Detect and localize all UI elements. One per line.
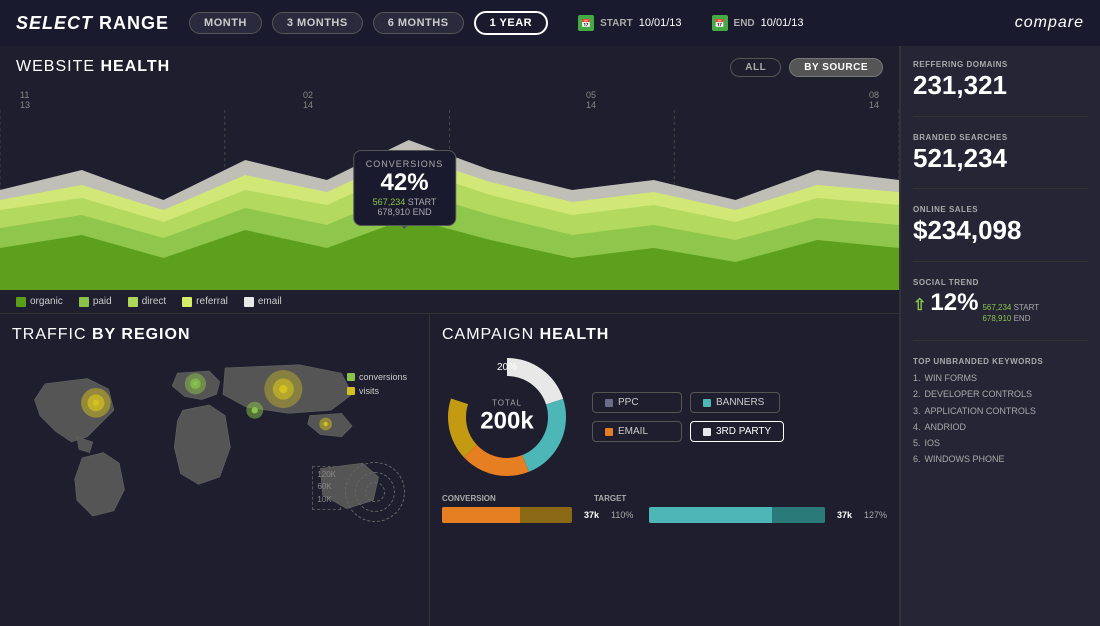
bar-headers: CONVERSION TARGET [442, 494, 887, 503]
6months-button[interactable]: 6 MONTHS [373, 12, 464, 34]
divider-1 [913, 116, 1088, 117]
legend-paid: paid [79, 296, 112, 307]
keyword-1: 1.WIN FORMS [913, 370, 1088, 386]
compare-button[interactable]: compare [1015, 14, 1084, 32]
map-legend: conversions visits [347, 372, 407, 400]
1year-button[interactable]: 1 YEAR [474, 11, 549, 35]
date-start-section: 📅 START 10/01/13 [578, 15, 681, 31]
map-scale-values: 120K 60K 10K [312, 466, 341, 510]
branded-searches-metric: BRANDED SEARCHES 521,234 [913, 133, 1088, 173]
donut-area: TOTAL 200k 20% PPC [442, 352, 887, 482]
tooltip-pct: 42% [366, 169, 444, 197]
map-scale [345, 462, 405, 522]
main-layout: WEBSITE HEALTH ALL BY SOURCE 1113 0214 0… [0, 46, 1100, 626]
top-nav: SELECT RANGE MONTH 3 MONTHS 6 MONTHS 1 Y… [0, 0, 1100, 46]
social-trend-metric: SOCIAL TREND ⇧ 12% 567,234 START 678,910… [913, 278, 1088, 324]
email-dot [605, 428, 613, 436]
filter-buttons: ALL BY SOURCE [730, 58, 883, 77]
ppc-dot [605, 399, 613, 407]
conversion-val: 37k [584, 510, 599, 520]
by-source-filter-button[interactable]: BY SOURCE [789, 58, 883, 77]
chart-legend: organic paid direct referral email [0, 290, 899, 313]
visits-legend-dot [347, 387, 355, 395]
email-button[interactable]: EMAIL [592, 421, 682, 442]
conversion-fill-main [442, 507, 520, 523]
banners-button[interactable]: BANNERS [690, 392, 780, 413]
3rdparty-dot [703, 428, 711, 436]
website-health-chart: 1113 0214 0514 0814 [0, 90, 899, 290]
online-sales-metric: ONLINE SALES $234,098 [913, 205, 1088, 245]
tooltip-label: CONVERSIONS [366, 159, 444, 169]
left-panel: WEBSITE HEALTH ALL BY SOURCE 1113 0214 0… [0, 46, 900, 626]
campaign-health-section: CAMPAIGN HEALTH [430, 313, 899, 626]
calendar-end-icon: 📅 [712, 15, 728, 31]
target-pct: 127% [864, 510, 887, 520]
chart-tooltip: CONVERSIONS 42% 567,234 START 678,910 EN… [353, 150, 457, 226]
keyword-5: 5.IOS [913, 435, 1088, 451]
conversion-bar [442, 507, 572, 523]
legend-organic: organic [16, 296, 63, 307]
conversion-bar-row: 37k 110% 37k 127% [442, 507, 887, 523]
conversions-legend-dot [347, 373, 355, 381]
paid-dot [79, 297, 89, 307]
ppc-button[interactable]: PPC [592, 392, 682, 413]
date-end-section: 📅 END 10/01/13 [712, 15, 804, 31]
month-button[interactable]: MONTH [189, 12, 262, 34]
tooltip-vals: 567,234 START 678,910 END [366, 197, 444, 217]
calendar-start-icon: 📅 [578, 15, 594, 31]
legend-direct: direct [128, 296, 166, 307]
legend-referral: referral [182, 296, 228, 307]
organic-dot [16, 297, 26, 307]
legend-email: email [244, 296, 282, 307]
keyword-4: 4.ANDRIOD [913, 419, 1088, 435]
email-dot [244, 297, 254, 307]
campaign-buttons: PPC BANNERS EMAIL [592, 392, 784, 442]
app-title: SELECT RANGE [16, 13, 169, 34]
keyword-2: 2.DEVELOPER CONTROLS [913, 386, 1088, 402]
traffic-region-section: TRAFFIC BY REGION [0, 313, 430, 626]
donut-chart: TOTAL 200k 20% [442, 352, 572, 482]
referring-domains-metric: REFFERING DOMAINS 231,321 [913, 60, 1088, 100]
campaign-title: CAMPAIGN HEALTH [442, 326, 887, 344]
3months-button[interactable]: 3 MONTHS [272, 12, 363, 34]
right-panel: REFFERING DOMAINS 231,321 BRANDED SEARCH… [900, 46, 1100, 626]
conversion-fill-secondary [520, 507, 572, 523]
donut-pct: 20% [497, 362, 517, 373]
all-filter-button[interactable]: ALL [730, 58, 781, 77]
referral-dot [182, 297, 192, 307]
world-map: 120K 60K 10K conversions visits [12, 352, 417, 532]
3rd-party-button[interactable]: 3RD PARTY [690, 421, 784, 442]
target-bar [649, 507, 825, 523]
campaign-row-2: EMAIL 3RD PARTY [592, 421, 784, 442]
chart-date-labels: 1113 0214 0514 0814 [0, 90, 899, 110]
keywords-section: TOP UNBRANDED KEYWORDS 1.WIN FORMS 2.DEV… [913, 357, 1088, 467]
keyword-6: 6.WINDOWS PHONE [913, 451, 1088, 467]
banners-dot [703, 399, 711, 407]
target-fill-secondary [772, 507, 825, 523]
keyword-list: 1.WIN FORMS 2.DEVELOPER CONTROLS 3.APPLI… [913, 370, 1088, 467]
traffic-title: TRAFFIC BY REGION [12, 326, 417, 344]
website-health-section: WEBSITE HEALTH ALL BY SOURCE [0, 46, 899, 90]
trend-up-icon: ⇧ [913, 295, 926, 315]
divider-4 [913, 340, 1088, 341]
bottom-row: TRAFFIC BY REGION [0, 313, 899, 626]
bar-section: CONVERSION TARGET 37k 110% [442, 494, 887, 523]
keyword-3: 3.APPLICATION CONTROLS [913, 403, 1088, 419]
donut-label: TOTAL 200k [480, 399, 533, 436]
direct-dot [128, 297, 138, 307]
divider-2 [913, 188, 1088, 189]
trend-sub-values: 567,234 START 678,910 END [982, 302, 1039, 324]
conversion-pct: 110% [611, 510, 633, 520]
campaign-row-1: PPC BANNERS [592, 392, 784, 413]
social-trend-value: ⇧ 12% 567,234 START 678,910 END [913, 289, 1088, 324]
target-fill-main [649, 507, 772, 523]
divider-3 [913, 261, 1088, 262]
target-val: 37k [837, 510, 852, 520]
